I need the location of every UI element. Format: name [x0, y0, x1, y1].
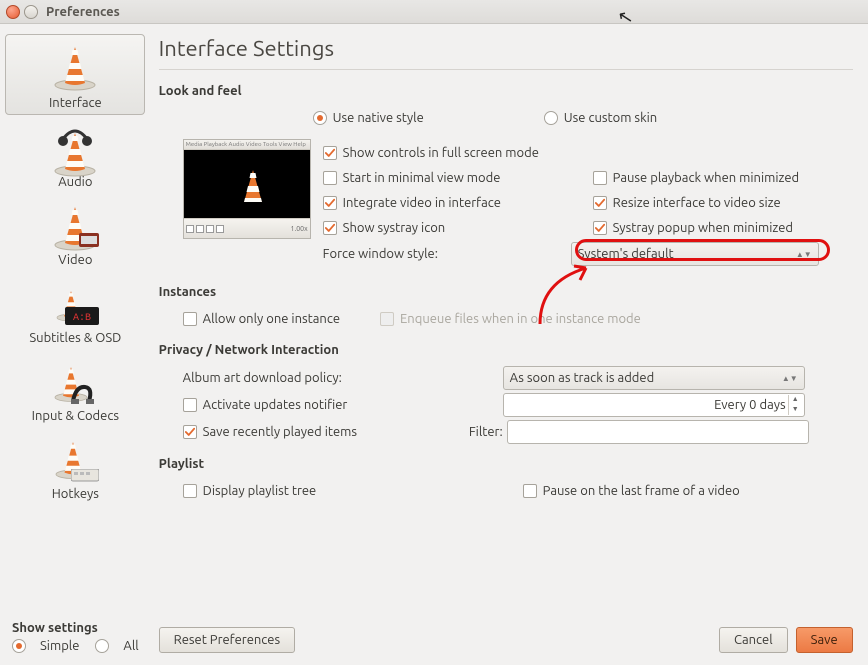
- window-title: Preferences: [46, 5, 120, 19]
- checkbox-label: Start in minimal view mode: [343, 171, 501, 185]
- window-minimize-button[interactable]: [24, 5, 38, 19]
- audio-icon: [51, 125, 99, 173]
- save-button[interactable]: Save: [796, 627, 853, 653]
- checkbox-enqueue-files: [380, 312, 394, 326]
- checkbox-label: Show controls in full screen mode: [343, 146, 539, 160]
- content-panel: Interface Settings Look and feel Use nat…: [151, 24, 868, 665]
- subtitles-icon: A:B: [51, 281, 99, 329]
- filter-label: Filter:: [461, 425, 503, 439]
- checkbox-label: Integrate video in interface: [343, 196, 501, 210]
- sidebar-item-subtitles[interactable]: A:B Subtitles & OSD: [5, 273, 145, 349]
- checkbox-label: Pause on the last frame of a video: [543, 484, 740, 498]
- checkbox-systray-popup[interactable]: [593, 221, 607, 235]
- video-icon: [51, 203, 99, 251]
- codecs-icon: [51, 359, 99, 407]
- checkbox-updates-notifier[interactable]: [183, 398, 197, 412]
- interface-preview-thumbnail: Media Playback Audio Video Tools View He…: [183, 139, 311, 239]
- checkbox-label: Save recently played items: [203, 425, 357, 439]
- chevron-updown-icon: ▲▼: [796, 250, 812, 259]
- checkbox-label: Enqueue files when in one instance mode: [400, 312, 641, 326]
- filter-input[interactable]: [507, 420, 809, 444]
- checkbox-label: Systray popup when minimized: [613, 221, 793, 235]
- divider: [159, 69, 853, 70]
- checkbox-pause-minimized[interactable]: [593, 171, 607, 185]
- radio-all[interactable]: [95, 639, 109, 653]
- section-look-feel: Look and feel: [159, 84, 853, 98]
- updates-interval-spin[interactable]: Every 0 days ▲▼: [503, 393, 805, 417]
- sidebar-item-label: Hotkeys: [9, 487, 141, 501]
- svg-text:A:B: A:B: [73, 313, 91, 324]
- force-window-label: Force window style:: [323, 247, 571, 261]
- checkbox-label: Activate updates notifier: [203, 398, 348, 412]
- titlebar: Preferences: [0, 0, 868, 24]
- checkbox-integrate-video[interactable]: [323, 196, 337, 210]
- radio-custom-skin[interactable]: [544, 111, 558, 125]
- checkbox-minimal-view[interactable]: [323, 171, 337, 185]
- checkbox-label: Show systray icon: [343, 221, 446, 235]
- select-value: System's default: [578, 247, 674, 261]
- sidebar-item-label: Audio: [9, 175, 141, 189]
- cancel-button[interactable]: Cancel: [719, 627, 788, 653]
- album-art-label: Album art download policy:: [183, 371, 503, 385]
- sidebar-item-video[interactable]: Video: [5, 195, 145, 271]
- show-settings-title: Show settings: [12, 621, 139, 635]
- sidebar-item-label: Interface: [10, 96, 140, 110]
- sidebar-item-label: Subtitles & OSD: [9, 331, 141, 345]
- checkbox-label: Pause playback when minimized: [613, 171, 799, 185]
- sidebar-item-hotkeys[interactable]: Hotkeys: [5, 429, 145, 505]
- checkbox-resize-interface[interactable]: [593, 196, 607, 210]
- sidebar: Interface Audio Video A:B: [0, 24, 151, 665]
- radio-native-label: Use native style: [333, 111, 424, 125]
- spin-value: Every 0 days: [714, 398, 786, 412]
- radio-simple-label: Simple: [40, 639, 79, 653]
- cone-icon: [51, 43, 99, 91]
- checkbox-label: Display playlist tree: [203, 484, 317, 498]
- checkbox-systray-icon[interactable]: [323, 221, 337, 235]
- section-privacy: Privacy / Network Interaction: [159, 343, 853, 357]
- radio-native-style[interactable]: [313, 111, 327, 125]
- page-title: Interface Settings: [159, 36, 853, 61]
- sidebar-item-input-codecs[interactable]: Input & Codecs: [5, 351, 145, 427]
- section-playlist: Playlist: [159, 457, 853, 471]
- sidebar-item-audio[interactable]: Audio: [5, 117, 145, 193]
- sidebar-item-label: Video: [9, 253, 141, 267]
- sidebar-item-label: Input & Codecs: [9, 409, 141, 423]
- window-close-button[interactable]: [6, 5, 20, 19]
- radio-custom-label: Use custom skin: [564, 111, 657, 125]
- checkbox-pause-last-frame[interactable]: [523, 484, 537, 498]
- chevron-updown-icon: ▲▼: [782, 374, 798, 383]
- radio-all-label: All: [123, 639, 138, 653]
- sidebar-item-interface[interactable]: Interface: [5, 34, 145, 115]
- chevron-up-icon[interactable]: ▲: [788, 395, 802, 405]
- section-instances: Instances: [159, 285, 853, 299]
- select-value: As soon as track is added: [510, 371, 655, 385]
- checkbox-playlist-tree[interactable]: [183, 484, 197, 498]
- album-art-select[interactable]: As soon as track is added ▲▼: [503, 366, 805, 390]
- checkbox-save-recent[interactable]: [183, 425, 197, 439]
- hotkeys-icon: [51, 437, 99, 485]
- checkbox-label: Allow only one instance: [203, 312, 340, 326]
- show-settings-group: Show settings Simple All: [4, 615, 147, 657]
- checkbox-fullscreen-controls[interactable]: [323, 146, 337, 160]
- radio-simple[interactable]: [12, 639, 26, 653]
- reset-button[interactable]: Reset Preferences: [159, 627, 295, 653]
- checkbox-only-one-instance[interactable]: [183, 312, 197, 326]
- chevron-down-icon[interactable]: ▼: [788, 405, 802, 415]
- checkbox-label: Resize interface to video size: [613, 196, 781, 210]
- force-window-select[interactable]: System's default ▲▼: [571, 242, 819, 266]
